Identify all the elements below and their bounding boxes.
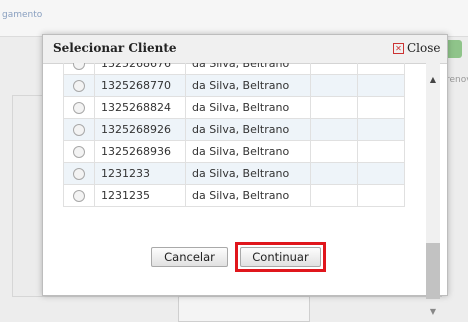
client-radio[interactable] (73, 63, 85, 70)
client-number: 1325268824 (94, 96, 186, 119)
close-label[interactable]: Close (407, 41, 441, 55)
client-radio[interactable] (73, 146, 85, 158)
select-client-dialog: Selecionar Cliente ✕ Close 1325268676 da… (42, 34, 448, 316)
table-row[interactable]: 1325268926 da Silva, Beltrano (63, 118, 405, 141)
client-name: da Silva, Beltrano (185, 118, 311, 141)
cancel-button[interactable]: Cancelar (151, 247, 228, 267)
client-radio[interactable] (73, 190, 85, 202)
empty-cell (357, 140, 405, 163)
client-radio[interactable] (73, 102, 85, 114)
vertical-scrollbar[interactable]: ▲ ▼ (426, 63, 440, 316)
empty-cell (357, 184, 405, 207)
empty-cell (357, 162, 405, 185)
empty-cell (310, 74, 358, 97)
empty-cell (310, 162, 358, 185)
client-table: 1325268676 da Silva, Beltrano 1325268770… (63, 63, 405, 207)
client-radio[interactable] (73, 124, 85, 136)
client-number: 1325268770 (94, 74, 186, 97)
background-breadcrumb-text: gamento (2, 10, 43, 20)
empty-cell (310, 184, 358, 207)
background-side-text: renov (446, 75, 468, 85)
background-header (0, 0, 468, 37)
table-row[interactable]: 1325268936 da Silva, Beltrano (63, 140, 405, 163)
client-name: da Silva, Beltrano (185, 96, 311, 119)
client-radio[interactable] (73, 80, 85, 92)
client-name: da Silva, Beltrano (185, 162, 311, 185)
empty-cell (310, 96, 358, 119)
dialog-title: Selecionar Cliente (53, 41, 177, 55)
client-list: 1325268676 da Silva, Beltrano 1325268770… (63, 63, 412, 229)
dialog-header: Selecionar Cliente ✕ Close (43, 35, 447, 64)
client-number: 1325268926 (94, 118, 186, 141)
table-row[interactable]: 1325268824 da Silva, Beltrano (63, 96, 405, 119)
client-name: da Silva, Beltrano (185, 140, 311, 163)
close-button[interactable]: ✕ Close (393, 41, 441, 55)
client-number: 1231235 (94, 184, 186, 207)
client-number: 1325268936 (94, 140, 186, 163)
empty-cell (357, 63, 405, 75)
client-name: da Silva, Beltrano (185, 184, 311, 207)
client-number: 1325268676 (94, 63, 186, 75)
table-row[interactable]: 1231233 da Silva, Beltrano (63, 162, 405, 185)
client-number: 1231233 (94, 162, 186, 185)
client-radio[interactable] (73, 168, 85, 180)
close-x-icon[interactable]: ✕ (393, 42, 404, 54)
background-box (178, 296, 310, 322)
client-name: da Silva, Beltrano (185, 74, 311, 97)
empty-cell (310, 118, 358, 141)
table-row[interactable]: 1325268770 da Silva, Beltrano (63, 74, 405, 97)
scrollbar-thumb[interactable] (426, 243, 440, 299)
empty-cell (357, 74, 405, 97)
empty-cell (310, 140, 358, 163)
table-row[interactable]: 1325268676 da Silva, Beltrano (63, 63, 405, 75)
table-row[interactable]: 1231235 da Silva, Beltrano (63, 184, 405, 207)
client-name: da Silva, Beltrano (185, 63, 311, 75)
continue-button[interactable]: Continuar (240, 247, 321, 267)
arrow-down-icon[interactable]: ▼ (426, 307, 440, 317)
empty-cell (357, 96, 405, 119)
empty-cell (310, 63, 358, 75)
arrow-up-icon[interactable]: ▲ (426, 75, 440, 85)
empty-cell (357, 118, 405, 141)
